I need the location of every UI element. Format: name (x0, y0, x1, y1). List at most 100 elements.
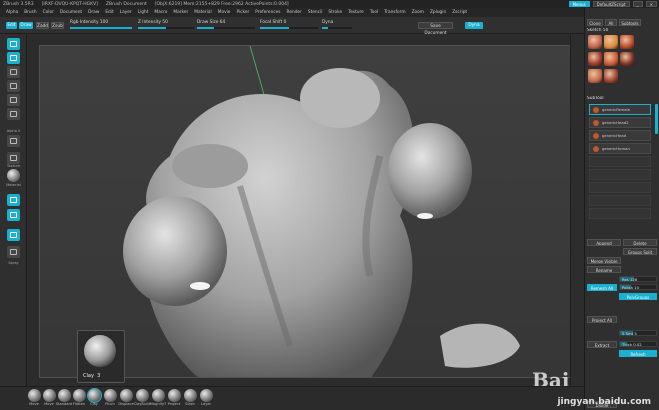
delete-button[interactable]: Delete (623, 239, 657, 246)
rotate-tool-button[interactable] (7, 66, 20, 78)
brush-move-icon[interactable] (28, 389, 41, 402)
menu-item[interactable]: Transform (384, 10, 405, 15)
smooth-slider[interactable]: S Smt 5 (619, 330, 657, 336)
save-document-button[interactable]: Save Document (418, 22, 453, 36)
texture-button[interactable] (7, 152, 20, 164)
rename-button[interactable]: Rename (587, 266, 621, 273)
subtool-item[interactable]: genericHead2 (589, 117, 651, 128)
menu-item[interactable]: Stroke (328, 10, 342, 15)
brush-number: 3 (97, 373, 101, 379)
menu-item[interactable]: Layer (120, 10, 132, 15)
menu-bar: Alpha Brush Color Document Draw Edit Lay… (0, 8, 659, 17)
frame-tool-button[interactable] (7, 80, 20, 92)
menu-item[interactable]: Movie (218, 10, 231, 15)
menus-button[interactable]: Menus (568, 1, 590, 7)
menu-item[interactable]: Light (138, 10, 149, 15)
brush-claybuild-icon[interactable] (136, 389, 149, 402)
subtools-button[interactable]: Subtools (619, 19, 641, 26)
tool-thumb-0[interactable] (588, 35, 602, 49)
dynamic-slider[interactable]: Dyna (322, 20, 352, 32)
project-all-button[interactable]: Project All (587, 316, 617, 323)
tool-thumb-6[interactable] (588, 69, 602, 83)
tool-thumb-3[interactable] (588, 52, 602, 66)
subtool-header[interactable]: SubTool (587, 96, 657, 102)
document-canvas[interactable] (39, 45, 573, 378)
subtool-item[interactable]: genericHead (589, 130, 651, 141)
brush-clay-icon[interactable] (87, 388, 102, 403)
focal-shift-slider[interactable]: Focal Shift 0 (260, 20, 318, 32)
menu-item[interactable]: Draw (88, 10, 99, 15)
res-slider[interactable]: Res 128 (619, 276, 657, 282)
rgb-intensity-slider[interactable]: Rgb Intensity 100 (70, 20, 132, 32)
clone-button[interactable]: Clone (587, 19, 603, 26)
transp-button[interactable] (7, 209, 20, 221)
scale-tool-button[interactable] (7, 52, 20, 64)
menu-item[interactable]: Preferences (255, 10, 280, 15)
menu-item[interactable]: Zoom (412, 10, 424, 15)
menu-item[interactable]: Zscript (452, 10, 467, 15)
brush-name: Clay (83, 373, 94, 379)
menu-item[interactable]: Macro (154, 10, 167, 15)
menu-item[interactable]: Document (60, 10, 82, 15)
z-intensity-slider[interactable]: Z Intensity 50 (138, 20, 194, 32)
tool-thumb-4[interactable] (604, 52, 618, 66)
remesh-all-button[interactable]: Remesh All (587, 284, 617, 291)
menu-item[interactable]: Marker (173, 10, 188, 15)
tool-thumb-7[interactable] (604, 69, 618, 83)
menu-item[interactable]: Picker (236, 10, 249, 15)
brush-magnify-icon[interactable] (152, 389, 165, 402)
solo-button[interactable] (7, 229, 20, 241)
extract-button[interactable]: Extract (587, 341, 617, 348)
menu-item[interactable]: Brush (24, 10, 36, 15)
tool-thumb-5[interactable] (620, 52, 634, 66)
default-zscript-button[interactable]: DefaultZScript (592, 1, 630, 7)
draw-button[interactable]: Draw (19, 22, 33, 29)
menu-item[interactable]: Stencil (308, 10, 323, 15)
polyf-button[interactable] (7, 194, 20, 206)
all-button[interactable]: All (605, 19, 617, 26)
tool-thumb-1[interactable] (604, 35, 618, 49)
zsub-button[interactable]: Zsub (51, 22, 64, 29)
groups-split-button[interactable]: Groups Split (623, 248, 657, 255)
brush-displace-icon[interactable] (120, 389, 133, 402)
menu-item[interactable]: Zplugin (430, 10, 446, 15)
minimize-icon[interactable]: _ (632, 1, 643, 7)
alpha-button[interactable] (7, 135, 20, 147)
merge-visible-button[interactable]: Merge Visible (587, 257, 621, 264)
menu-item[interactable]: Edit (105, 10, 113, 15)
move-tool-button[interactable] (7, 38, 20, 50)
polish-slider[interactable]: Polish 10 (619, 284, 657, 290)
floor-tool-button[interactable] (7, 108, 20, 120)
menu-item[interactable]: Color (43, 10, 54, 15)
persp-tool-button[interactable] (7, 94, 20, 106)
brush-pinch-icon[interactable] (104, 389, 117, 402)
edit-button[interactable]: Edit (6, 22, 17, 29)
menu-item[interactable]: Material (194, 10, 211, 15)
menu-item[interactable]: Tool (370, 10, 378, 15)
subtool-item[interactable]: genericFemale (589, 104, 651, 115)
brush-flatten-icon[interactable] (73, 389, 86, 402)
polygroups-button[interactable]: PolyGroups (619, 293, 657, 300)
thick-slider[interactable]: Thick 0.02 (619, 341, 657, 347)
spray-button[interactable] (7, 246, 20, 258)
floor-icon (10, 111, 17, 117)
menu-item[interactable]: Render (287, 10, 302, 15)
draw-size-slider[interactable]: Draw Size 64 (197, 20, 255, 32)
menu-item[interactable]: Texture (348, 10, 364, 15)
zadd-button[interactable]: Zadd (36, 22, 49, 29)
brush-standard-icon[interactable] (58, 389, 71, 402)
subtool-scrollbar[interactable] (655, 104, 658, 134)
dynamesh-button[interactable]: Dyna (465, 22, 483, 29)
brush-layer-icon[interactable] (200, 389, 213, 402)
subtool-item[interactable]: genericHuman (589, 143, 651, 154)
brush-move-icon[interactable] (43, 389, 56, 402)
close-icon[interactable]: × (645, 1, 657, 7)
brush-slash-icon[interactable] (184, 389, 197, 402)
material-sphere-icon[interactable] (7, 169, 20, 182)
menu-item[interactable]: Alpha (6, 10, 18, 15)
spray-label: Spray (8, 261, 19, 265)
append-button[interactable]: Append (587, 239, 621, 246)
tool-thumb-2[interactable] (620, 35, 634, 49)
refresh-button[interactable]: Refresh (619, 350, 657, 357)
brush-project-icon[interactable] (168, 389, 181, 402)
